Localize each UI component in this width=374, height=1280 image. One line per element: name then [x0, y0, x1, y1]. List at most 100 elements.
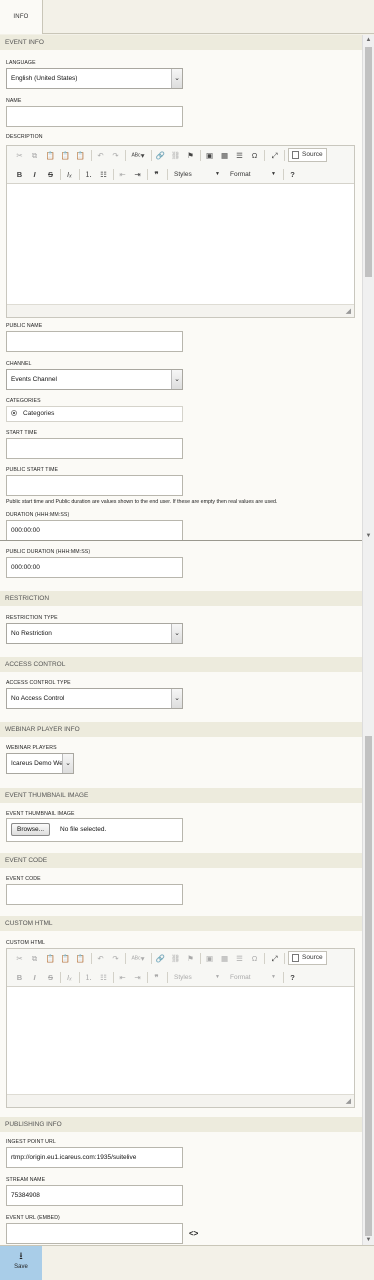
scrollbar-top[interactable]: ▲ ▼ [362, 35, 374, 541]
styles-dropdown[interactable]: Styles ▼ [171, 971, 223, 984]
indent-icon[interactable]: ⇥ [132, 971, 143, 984]
strikethrough-icon[interactable]: S [45, 168, 56, 181]
remove-format-icon[interactable]: Iₓ [64, 971, 75, 984]
undo-icon[interactable]: ↶ [95, 952, 106, 965]
categories-box[interactable]: Categories [6, 406, 183, 422]
image-icon[interactable]: ▣ [204, 952, 215, 965]
access-control-type-label: ACCESS CONTROL TYPE [6, 680, 71, 686]
radio-button[interactable] [11, 410, 17, 416]
scroll-thumb[interactable] [365, 47, 372, 277]
stream-name-label: STREAM NAME [6, 1177, 46, 1183]
redo-icon[interactable]: ↷ [110, 952, 121, 965]
tab-info[interactable]: INFO [0, 0, 43, 34]
categories-option: Categories [23, 410, 55, 417]
language-select[interactable]: English (United States) ⌄ [6, 68, 183, 89]
strikethrough-icon[interactable]: S [45, 971, 56, 984]
format-dropdown[interactable]: Format ▼ [227, 168, 279, 181]
copy-icon[interactable]: ⧉ [29, 952, 40, 965]
indent-icon[interactable]: ⇥ [132, 168, 143, 181]
stream-name-input[interactable]: 75384908 [6, 1185, 183, 1206]
maximize-icon[interactable]: ⤢ [269, 149, 280, 162]
outdent-icon[interactable]: ⇤ [117, 168, 128, 181]
scrollbar-bottom[interactable]: ▼ [362, 541, 374, 1245]
link-icon[interactable]: 🔗 [155, 149, 166, 162]
webinar-players-value: Icareus Demo We [11, 760, 63, 767]
bulleted-list-icon[interactable]: ☷ [98, 971, 109, 984]
scroll-up-icon[interactable]: ▲ [363, 35, 374, 45]
help-icon[interactable]: ? [287, 971, 298, 984]
channel-value: Events Channel [11, 376, 57, 383]
paste-word-icon[interactable]: 📋 [75, 149, 86, 162]
thumbnail-file-input[interactable]: Browse... No file selected. [6, 818, 183, 842]
table-icon[interactable]: ▦ [219, 952, 230, 965]
unlink-icon[interactable]: ⛓ [170, 952, 181, 965]
name-input[interactable] [6, 106, 183, 127]
bulleted-list-icon[interactable]: ☷ [98, 168, 109, 181]
resize-handle-icon[interactable]: ◢ [346, 307, 351, 315]
special-char-icon[interactable]: Ω [249, 952, 260, 965]
resize-handle-icon[interactable]: ◢ [346, 1097, 351, 1105]
spellcheck-icon[interactable]: ᴬᴮᶜ▾ [129, 952, 147, 965]
description-edit-area[interactable] [7, 184, 354, 304]
paste-text-icon[interactable]: 📋 [60, 149, 71, 162]
bold-icon[interactable]: B [14, 971, 25, 984]
bold-icon[interactable]: B [14, 168, 25, 181]
cut-icon[interactable]: ✂ [14, 952, 25, 965]
anchor-flag-icon[interactable]: ⚑ [185, 149, 196, 162]
numbered-list-icon[interactable]: ⒈ [83, 971, 94, 984]
copy-icon[interactable]: ⧉ [29, 149, 40, 162]
event-url-input[interactable] [6, 1223, 183, 1244]
horizontal-line-icon[interactable]: ☰ [234, 952, 245, 965]
embed-code-icon[interactable]: <> [189, 1229, 198, 1238]
scroll-thumb[interactable] [365, 736, 372, 1236]
source-button[interactable]: Source [288, 951, 327, 965]
spellcheck-icon[interactable]: ᴬᴮᶜ▾ [129, 149, 147, 162]
duration-input[interactable]: 000:00:00 [6, 520, 183, 540]
italic-icon[interactable]: I [29, 971, 40, 984]
paste-icon[interactable]: 📋 [45, 952, 56, 965]
unlink-icon[interactable]: ⛓ [170, 149, 181, 162]
image-icon[interactable]: ▣ [204, 149, 215, 162]
restriction-type-label: RESTRICTION TYPE [6, 615, 58, 621]
editor-statusbar: ◢ [7, 1094, 354, 1107]
paste-word-icon[interactable]: 📋 [75, 952, 86, 965]
public-duration-input[interactable]: 000:00:00 [6, 557, 183, 578]
blockquote-icon[interactable]: ❞ [151, 971, 162, 984]
scroll-down-icon[interactable]: ▼ [363, 531, 374, 541]
save-button[interactable]: ⭳ Save [0, 1246, 42, 1280]
custom-html-edit-area[interactable] [7, 987, 354, 1094]
blockquote-icon[interactable]: ❞ [151, 168, 162, 181]
styles-dropdown[interactable]: Styles ▼ [171, 168, 223, 181]
source-button[interactable]: Styles Source [288, 148, 327, 162]
link-icon[interactable]: 🔗 [155, 952, 166, 965]
anchor-flag-icon[interactable]: ⚑ [185, 952, 196, 965]
scroll-down-icon[interactable]: ▼ [363, 1235, 374, 1245]
browse-button[interactable]: Browse... [11, 823, 51, 836]
channel-select[interactable]: Events Channel ⌄ [6, 369, 183, 390]
section-webinar-player-info: WEBINAR PLAYER INFO [0, 722, 362, 737]
ingest-url-input[interactable]: rtmp://origin.eu1.icareus.com:1935/suite… [6, 1147, 183, 1168]
help-icon[interactable]: ? [287, 168, 298, 181]
access-control-type-select[interactable]: No Access Control ⌄ [6, 688, 183, 709]
paste-icon[interactable]: 📋 [45, 149, 56, 162]
undo-icon[interactable]: ↶ [95, 149, 106, 162]
webinar-players-select[interactable]: Icareus Demo We ⌄ [6, 753, 74, 774]
remove-format-icon[interactable]: Iₓ [64, 168, 75, 181]
cut-icon[interactable]: ✂ [14, 149, 25, 162]
maximize-icon[interactable]: ⤢ [269, 952, 280, 965]
horizontal-line-icon[interactable]: ☰ [234, 149, 245, 162]
event-code-input[interactable] [6, 884, 183, 905]
public-start-time-input[interactable] [6, 475, 183, 496]
table-icon[interactable]: ▦ [219, 149, 230, 162]
numbered-list-icon[interactable]: ⒈ [83, 168, 94, 181]
redo-icon[interactable]: ↷ [110, 149, 121, 162]
format-dropdown[interactable]: Format ▼ [227, 971, 279, 984]
paste-text-icon[interactable]: 📋 [60, 952, 71, 965]
special-char-icon[interactable]: Ω [249, 149, 260, 162]
italic-icon[interactable]: I [29, 168, 40, 181]
restriction-type-select[interactable]: No Restriction ⌄ [6, 623, 183, 644]
outdent-icon[interactable]: ⇤ [117, 971, 128, 984]
start-time-input[interactable] [6, 438, 183, 459]
public-name-input[interactable] [6, 331, 183, 352]
format-label: Format [230, 171, 251, 178]
